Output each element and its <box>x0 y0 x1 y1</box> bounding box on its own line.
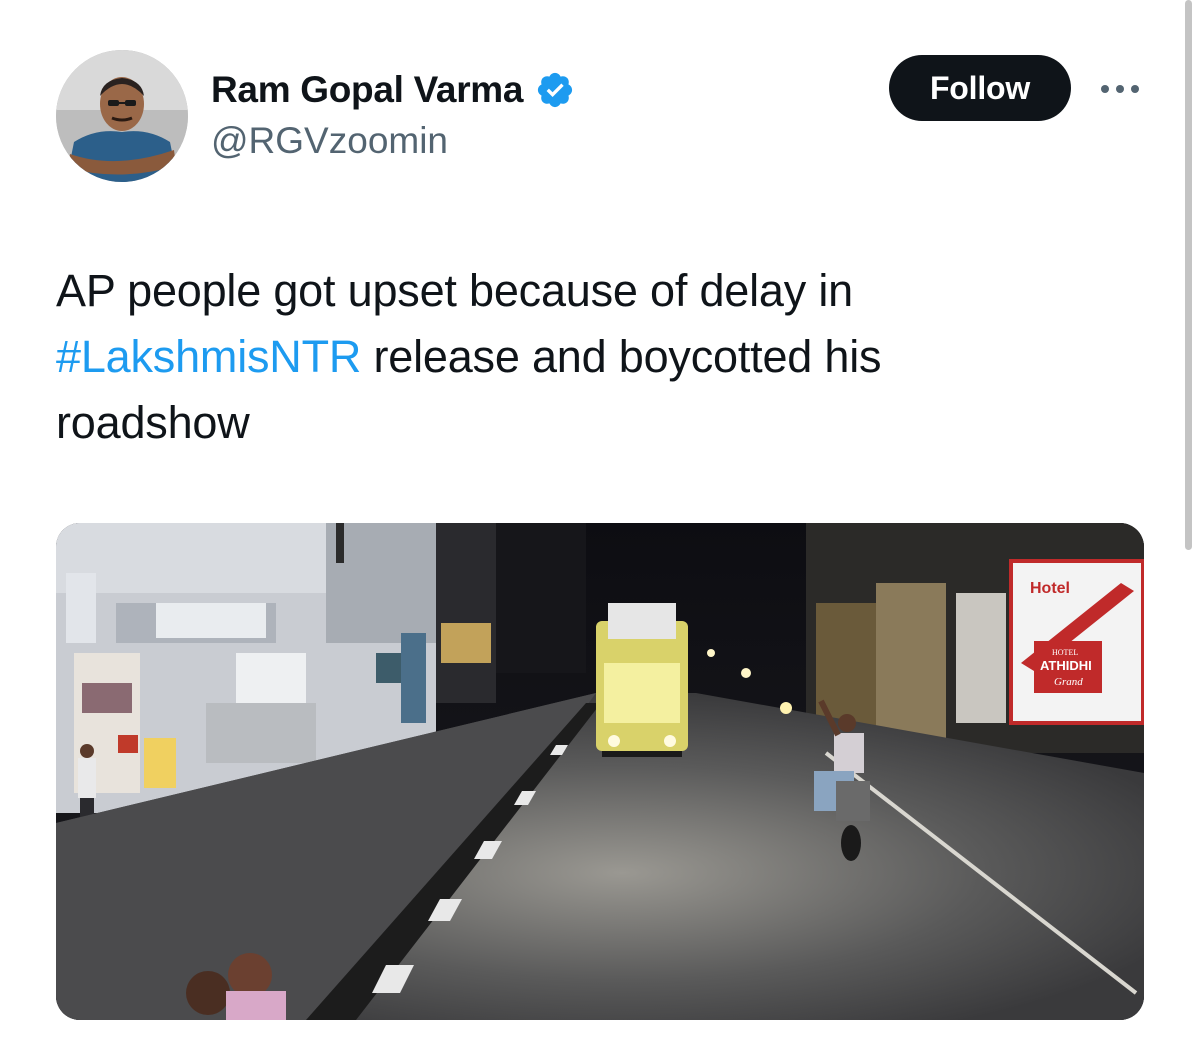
author-name-row[interactable]: Ram Gopal Varma <box>211 64 575 116</box>
tweet-text: AP people got upset because of delay in … <box>56 258 1066 456</box>
author-handle[interactable]: @RGVzoomin <box>211 120 448 162</box>
author-avatar[interactable] <box>56 50 188 182</box>
follow-button[interactable]: Follow <box>889 55 1071 121</box>
roadshow-vehicle <box>596 603 688 757</box>
hotel-script-text: Grand <box>1054 676 1083 688</box>
author-display-name[interactable]: Ram Gopal Varma <box>211 69 523 111</box>
page-scrollbar[interactable] <box>1185 0 1192 550</box>
more-horizontal-icon[interactable] <box>1096 74 1144 104</box>
hashtag-link[interactable]: #LakshmisNTR <box>56 331 361 382</box>
tweet-text-part: AP people got upset because of delay in <box>56 265 853 316</box>
hotel-sign-text: Hotel <box>1030 580 1070 597</box>
hotel-small-text: HOTEL <box>1052 648 1078 657</box>
tweet-photo[interactable]: Hotel HOTEL ATHIDHI Grand <box>56 523 1144 1020</box>
verified-badge-icon <box>538 72 573 108</box>
hotel-name-text: ATHIDHI <box>1040 658 1092 673</box>
